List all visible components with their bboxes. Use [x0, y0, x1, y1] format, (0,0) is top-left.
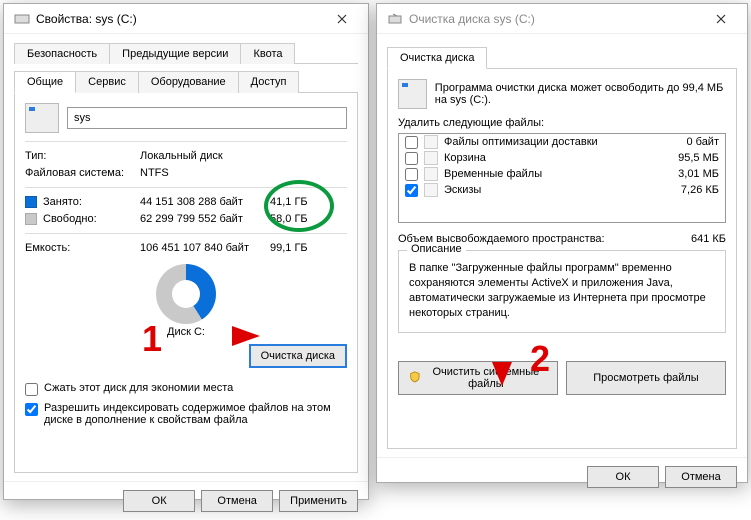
- used-label: Занято:: [43, 196, 140, 208]
- close-button[interactable]: [320, 5, 364, 33]
- close-button[interactable]: [699, 5, 743, 33]
- cleanup-icon: [387, 11, 403, 27]
- properties-dialog: Свойства: sys (C:) Безопасность Предыдущ…: [3, 3, 369, 500]
- cap-label: Емкость:: [25, 242, 140, 254]
- tab-sharing[interactable]: Доступ: [238, 71, 300, 93]
- list-item[interactable]: Временные файлы3,01 МБ: [399, 166, 725, 182]
- drive-icon: [14, 11, 30, 27]
- cleanup-dialog: Очистка диска sys (C:) Очистка диска Про…: [376, 3, 748, 483]
- disk-cleanup-button[interactable]: Очистка диска: [249, 344, 347, 368]
- tab-row-1: Безопасность Предыдущие версии Квота: [14, 42, 358, 64]
- free-label: Свободно:: [43, 213, 140, 225]
- desc-text: В папке "Загруженные файлы программ" вре…: [409, 261, 715, 320]
- titlebar[interactable]: Очистка диска sys (C:): [377, 4, 747, 34]
- dialog-body: Безопасность Предыдущие версии Квота Общ…: [4, 34, 368, 481]
- annotation-number-2: 2: [530, 338, 550, 380]
- titlebar[interactable]: Свойства: sys (C:): [4, 4, 368, 34]
- dialog-footer: ОК Отмена Применить: [4, 481, 368, 520]
- fs-value: NTFS: [140, 167, 169, 179]
- dialog-footer: ОК Отмена: [377, 457, 747, 496]
- type-label: Тип:: [25, 150, 140, 162]
- file-list[interactable]: Файлы оптимизации доставки0 байт Корзина…: [398, 133, 726, 223]
- cancel-button[interactable]: Отмена: [665, 466, 737, 488]
- tab-cleanup[interactable]: Очистка диска: [387, 47, 487, 69]
- intro-text: Программа очистки диска может освободить…: [435, 82, 726, 106]
- used-bytes: 44 151 308 288 байт: [140, 196, 270, 208]
- tab-row-2: Общие Сервис Оборудование Доступ: [14, 70, 358, 93]
- fs-label: Файловая система:: [25, 167, 140, 179]
- free-swatch: [25, 213, 37, 225]
- compress-checkbox[interactable]: Сжать этот диск для экономии места: [25, 382, 347, 396]
- tab-general[interactable]: Общие: [14, 71, 76, 93]
- type-value: Локальный диск: [140, 150, 223, 162]
- tab-service[interactable]: Сервис: [75, 71, 139, 93]
- tab-previous[interactable]: Предыдущие версии: [109, 43, 241, 64]
- cap-gb: 99,1 ГБ: [270, 242, 325, 254]
- ok-button[interactable]: ОК: [587, 466, 659, 488]
- cancel-button[interactable]: Отмена: [201, 490, 273, 512]
- tab-quota[interactable]: Квота: [240, 43, 295, 64]
- list-item[interactable]: Эскизы7,26 КБ: [399, 182, 725, 198]
- window-title: Очистка диска sys (C:): [409, 12, 699, 26]
- file-icon: [424, 167, 438, 181]
- list-item[interactable]: Файлы оптимизации доставки0 байт: [399, 134, 725, 150]
- freed-value: 641 КБ: [691, 233, 726, 245]
- file-icon: [424, 151, 438, 165]
- disk-caption: Диск C:: [25, 326, 347, 338]
- tab-security[interactable]: Безопасность: [14, 43, 110, 64]
- tab-hardware[interactable]: Оборудование: [138, 71, 239, 93]
- used-gb: 41,1 ГБ: [270, 196, 325, 208]
- index-checkbox[interactable]: Разрешить индексировать содержимое файло…: [25, 402, 347, 426]
- description-group: Описание В папке "Загруженные файлы прог…: [398, 250, 726, 333]
- annotation-number-1: 1: [142, 318, 162, 360]
- shield-icon: [409, 371, 421, 385]
- dialog-body: Очистка диска Программа очистки диска мо…: [377, 34, 747, 457]
- free-gb: 58,0 ГБ: [270, 213, 325, 225]
- desc-legend: Описание: [407, 243, 466, 255]
- view-files-button[interactable]: Просмотреть файлы: [566, 361, 726, 395]
- cleanup-large-icon: [398, 79, 427, 109]
- file-icon: [424, 135, 438, 149]
- general-pane: Тип:Локальный диск Файловая система:NTFS…: [14, 93, 358, 473]
- list-item[interactable]: Корзина95,5 МБ: [399, 150, 725, 166]
- cleanup-pane: Программа очистки диска может освободить…: [387, 69, 737, 449]
- cap-bytes: 106 451 107 840 байт: [140, 242, 270, 254]
- volume-name-input[interactable]: [67, 107, 347, 129]
- ok-button[interactable]: ОК: [123, 490, 195, 512]
- file-icon: [424, 183, 438, 197]
- free-bytes: 62 299 799 552 байт: [140, 213, 270, 225]
- delete-label: Удалить следующие файлы:: [398, 117, 726, 129]
- drive-large-icon: [25, 103, 59, 133]
- used-swatch: [25, 196, 37, 208]
- apply-button[interactable]: Применить: [279, 490, 358, 512]
- usage-donut: [156, 264, 216, 324]
- tab-row: Очистка диска: [387, 46, 737, 69]
- window-title: Свойства: sys (C:): [36, 12, 320, 26]
